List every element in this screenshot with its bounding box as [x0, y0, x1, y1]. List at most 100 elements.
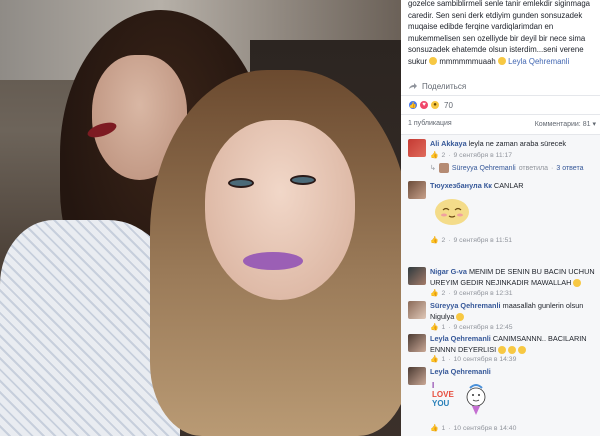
comment-time[interactable]: 9 сентября в 12:31 — [454, 290, 513, 297]
separator: · — [448, 289, 451, 297]
i-love-you-sticker: I LOVE YOU — [432, 379, 488, 419]
separator: · — [448, 236, 451, 244]
comment-meta: 👍 2 · 9 сентября в 11:17 — [430, 151, 513, 160]
share-arrow-icon — [409, 83, 417, 89]
smile-emoji-icon — [508, 345, 517, 354]
caption-line: sonsuzadek ehatemde olsun isterdim...sen… — [408, 45, 584, 54]
like-icon[interactable]: 👍 — [430, 151, 438, 159]
avatar[interactable] — [408, 367, 426, 385]
post-sidebar: gozelce sambiblirmeli senle tanir emlekd… — [401, 0, 600, 436]
smile-emoji-icon — [498, 345, 507, 354]
caption-last-line: sukur mmmmmmuaah Leyla Qehremanli — [408, 56, 598, 68]
like-icon[interactable]: 👍 — [430, 424, 438, 432]
share-label: Поделиться — [422, 81, 467, 91]
comment-item: Leyla Qehremanli I LOVE YOU 👍 1 · 10 сен… — [408, 367, 598, 433]
caption-line: caredir. Sen seni derk etdiyim gunden so… — [408, 10, 583, 20]
like-count: 1 — [441, 424, 446, 432]
comment-meta: 👍 1 · 10 сентября в 14:39 — [430, 355, 517, 364]
comment-text: leyla ne zaman araba sürecek — [468, 139, 567, 148]
post-photo[interactable] — [0, 0, 401, 436]
comment-item: Тюухезбанула Кк CANLAR 👍 2 · 9 сентября … — [408, 181, 598, 257]
like-count: 1 — [441, 323, 446, 331]
avatar[interactable] — [408, 181, 426, 199]
right-person-face — [205, 120, 355, 300]
separator: · — [448, 355, 451, 363]
right-person-lips — [243, 252, 303, 270]
like-count: 2 — [441, 289, 446, 297]
like-count: 2 — [441, 236, 446, 244]
reply-count: 3 ответа — [556, 164, 584, 172]
kiss-emoji-icon — [497, 57, 506, 66]
avatar[interactable] — [408, 139, 426, 157]
smile-emoji-icon — [429, 57, 438, 66]
comment-meta: 👍 1 · 9 сентября в 12:45 — [430, 323, 513, 332]
like-icon[interactable]: 👍 — [430, 289, 438, 297]
comment-item: Leyla Qehremanli CANIMSANNN.. BACILARIN … — [408, 334, 598, 366]
smile-emoji-icon — [456, 312, 465, 321]
comment-time[interactable]: 10 сентября в 14:40 — [454, 425, 517, 432]
caption-line: muqaise edibde ferqine vardiqlarimdan en — [408, 22, 554, 31]
comment-item: Ali Akkaya leyla ne zaman araba sürecek … — [408, 139, 598, 177]
comment-time[interactable]: 9 сентября в 11:17 — [454, 152, 513, 159]
avatar[interactable] — [408, 301, 426, 319]
comment-author[interactable]: Ali Akkaya — [430, 139, 467, 148]
separator: · — [448, 323, 451, 331]
like-count: 1 — [441, 355, 446, 363]
smile-emoji-icon — [518, 345, 527, 354]
divider — [401, 114, 600, 115]
sticker-word: I — [432, 381, 435, 390]
caption-tail: mmmmmmuaah — [439, 56, 496, 66]
comments-list: Ali Akkaya leyla ne zaman araba sürecek … — [401, 134, 600, 436]
reply-arrow-icon: ↳ — [430, 165, 436, 172]
avatar — [438, 163, 449, 173]
caption-line: mukemmelisen sen ozelliyde bir deyil bir… — [408, 33, 586, 43]
like-icon: 👍 — [408, 100, 418, 110]
caption-line: sukur — [408, 56, 428, 66]
avatar[interactable] — [408, 267, 426, 285]
love-icon: ♥ — [419, 100, 429, 110]
comment-meta: 👍 2 · 9 сентября в 11:51 — [430, 236, 513, 245]
reply-action: ответила — [518, 164, 549, 172]
comment-author[interactable]: Nigar G-va — [430, 267, 467, 276]
sticker-word: LOVE — [432, 390, 454, 399]
right-person-eye-left — [228, 178, 254, 188]
comment-item: Süreyya Qehremanli maasallah gunlerin ol… — [408, 301, 598, 333]
comment-time[interactable]: 10 сентября в 14:39 — [454, 356, 517, 363]
post-caption: gozelce sambiblirmeli senle tanir emlekd… — [408, 0, 598, 67]
comment-body: Тюухезбанула Кк CANLAR — [430, 181, 598, 192]
comment-meta: 👍 2 · 9 сентября в 12:31 — [430, 289, 513, 298]
smile-emoji-icon — [573, 278, 582, 287]
caption-signature[interactable]: Leyla Qehremanli — [508, 57, 569, 66]
comment-author[interactable]: Тюухезбанула Кк — [430, 181, 492, 190]
like-icon[interactable]: 👍 — [430, 355, 438, 363]
right-person-eye-right — [290, 175, 316, 185]
post-meta-row: 1 публикация Комментарии: 81 ▾ — [408, 120, 596, 128]
comment-item: Nigar G-va MENIM DE SENIN BU BACIN UCHUN… — [408, 267, 598, 299]
comment-time[interactable]: 9 сентября в 11:51 — [454, 237, 513, 244]
comment-body: Leyla Qehremanli — [430, 367, 598, 378]
comment-author[interactable]: Süreyya Qehremanli — [430, 301, 501, 310]
comment-author[interactable]: Leyla Qehremanli — [430, 334, 491, 343]
reply-preview[interactable]: ↳ Süreyya Qehremanli ответила · 3 ответа — [430, 163, 583, 173]
wow-icon: ● — [430, 100, 440, 110]
reactions-summary[interactable]: 👍 ♥ ● 70 — [408, 99, 453, 111]
comments-count[interactable]: Комментарии: 81 — [535, 121, 591, 128]
comment-body: Leyla Qehremanli CANIMSANNN.. BACILARIN … — [430, 334, 598, 355]
reply-author: Süreyya Qehremanli — [451, 164, 516, 172]
chevron-down-icon[interactable]: ▾ — [592, 120, 596, 128]
publications-count[interactable]: 1 публикация — [408, 120, 452, 128]
comment-body: Süreyya Qehremanli maasallah gunlerin ol… — [430, 301, 598, 322]
share-button[interactable]: Поделиться — [408, 80, 466, 92]
blush-face-sticker-icon — [435, 199, 469, 225]
comment-author[interactable]: Leyla Qehremanli — [430, 367, 491, 376]
comment-body: Nigar G-va MENIM DE SENIN BU BACIN UCHUN… — [430, 267, 598, 288]
like-count: 2 — [441, 151, 446, 159]
avatar[interactable] — [408, 334, 426, 352]
separator: · — [448, 424, 451, 432]
separator: · — [448, 151, 451, 159]
like-icon[interactable]: 👍 — [430, 323, 438, 331]
sticker-caption: I LOVE YOU — [432, 381, 464, 408]
comment-time[interactable]: 9 сентября в 12:45 — [454, 324, 513, 331]
divider — [401, 95, 600, 96]
like-icon[interactable]: 👍 — [430, 236, 438, 244]
